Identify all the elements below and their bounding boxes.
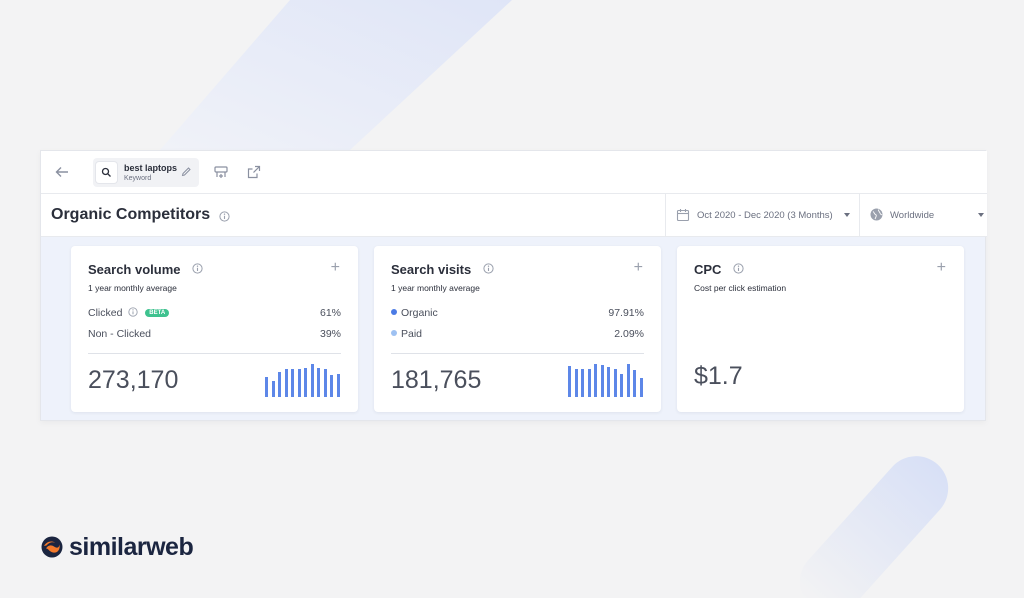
card-subtitle: Cost per click estimation xyxy=(694,283,787,293)
similarweb-logo-icon xyxy=(41,536,63,558)
search-visits-trend-chart xyxy=(568,361,644,397)
info-icon[interactable] xyxy=(192,263,203,274)
chevron-down-icon xyxy=(978,213,984,217)
trend-bar xyxy=(297,369,301,397)
country-picker[interactable]: Worldwide xyxy=(859,194,987,237)
metric-label: Non - Clicked xyxy=(88,328,152,340)
trend-bar xyxy=(607,367,611,397)
page-header: Organic Competitors Oct 2020 - Dec 2020 … xyxy=(41,194,987,237)
trend-bar xyxy=(284,369,288,397)
metric-value: 97.91% xyxy=(608,307,644,319)
clicked-row: Clicked BETA 61% xyxy=(88,307,341,321)
paid-dot-icon xyxy=(391,330,397,336)
trend-bar xyxy=(600,365,604,397)
keyword-type-label: Keyword xyxy=(124,175,152,182)
country-text: Worldwide xyxy=(890,210,935,221)
info-icon[interactable] xyxy=(483,263,494,274)
compare-icon[interactable] xyxy=(213,164,229,180)
trend-bar xyxy=(278,372,282,397)
trend-bar xyxy=(323,369,327,397)
paid-row: Paid 2.09% xyxy=(391,328,644,342)
metric-value: 2.09% xyxy=(614,328,644,340)
trend-bar xyxy=(317,368,321,397)
info-icon[interactable] xyxy=(733,263,744,274)
trend-bar xyxy=(633,370,637,397)
trend-bar xyxy=(304,368,308,397)
date-range-picker[interactable]: Oct 2020 - Dec 2020 (3 Months) xyxy=(665,194,859,237)
plus-icon[interactable]: + xyxy=(331,260,340,276)
trend-bar xyxy=(271,381,275,397)
search-volume-total: 273,170 xyxy=(88,366,179,394)
metric-label-wrap: Paid xyxy=(391,328,422,340)
metric-label: Organic xyxy=(401,307,438,319)
trend-bar xyxy=(594,364,598,397)
brand-name: similarweb xyxy=(69,533,194,561)
trend-bar xyxy=(626,364,630,397)
search-volume-trend-chart xyxy=(265,361,341,397)
keyword-text: best laptops xyxy=(124,163,178,173)
trend-bar xyxy=(574,369,578,397)
card-title: CPC xyxy=(694,262,722,277)
search-icon xyxy=(101,167,111,177)
card-title: Search volume xyxy=(88,262,181,277)
trend-bar xyxy=(620,374,624,397)
trend-bar xyxy=(640,378,643,397)
beta-badge: BETA xyxy=(145,309,170,317)
organic-row: Organic 97.91% xyxy=(391,307,644,321)
trend-bar xyxy=(330,375,334,397)
toolbar: best laptops Keyword xyxy=(41,151,987,194)
pencil-icon[interactable] xyxy=(181,166,192,177)
page-title: Organic Competitors xyxy=(51,206,211,223)
trend-bar xyxy=(337,374,340,397)
keyword-search-box xyxy=(96,162,117,183)
trend-bar xyxy=(568,366,571,397)
background-pill xyxy=(786,442,962,598)
plus-icon[interactable]: + xyxy=(937,260,946,276)
plus-icon[interactable]: + xyxy=(634,260,643,276)
back-button[interactable] xyxy=(53,163,71,181)
metric-label-wrap: Organic xyxy=(391,307,438,319)
cpc-card: CPC Cost per click estimation + $1.7 xyxy=(677,246,964,412)
organic-dot-icon xyxy=(391,309,397,315)
trend-bar xyxy=(291,369,295,397)
metric-label: Paid xyxy=(401,328,423,340)
divider xyxy=(88,353,341,354)
external-link-icon[interactable] xyxy=(246,164,262,180)
info-icon[interactable] xyxy=(128,307,138,317)
date-range-text: Oct 2020 - Dec 2020 (3 Months) xyxy=(697,210,833,221)
search-visits-total: 181,765 xyxy=(391,366,482,394)
non-clicked-row: Non - Clicked 39% xyxy=(88,328,341,342)
metric-value: 61% xyxy=(319,307,341,319)
trend-bar xyxy=(265,377,268,397)
metric-value: 39% xyxy=(319,328,341,340)
chevron-down-icon xyxy=(844,213,850,217)
metric-label: Clicked xyxy=(88,307,123,319)
card-subtitle: 1 year monthly average xyxy=(391,283,480,293)
similarweb-logo: similarweb xyxy=(40,533,220,563)
calendar-icon xyxy=(676,209,690,222)
arrow-left-icon xyxy=(55,167,68,177)
trend-bar xyxy=(310,364,314,397)
search-volume-card: Search volume 1 year monthly average + C… xyxy=(71,246,358,412)
info-icon[interactable] xyxy=(219,211,230,222)
metric-label-wrap: Clicked BETA xyxy=(88,307,170,319)
cpc-value: $1.7 xyxy=(694,362,743,390)
trend-bar xyxy=(613,369,617,397)
app-window: best laptops Keyword Organic Competitors xyxy=(40,150,987,421)
trend-bar xyxy=(581,369,585,397)
divider xyxy=(391,353,644,354)
trend-bar xyxy=(587,369,591,397)
keyword-chip[interactable]: best laptops Keyword xyxy=(93,158,199,187)
card-subtitle: 1 year monthly average xyxy=(88,283,177,293)
globe-icon xyxy=(870,208,883,221)
card-title: Search visits xyxy=(391,262,472,277)
search-visits-card: Search visits 1 year monthly average + O… xyxy=(374,246,661,412)
